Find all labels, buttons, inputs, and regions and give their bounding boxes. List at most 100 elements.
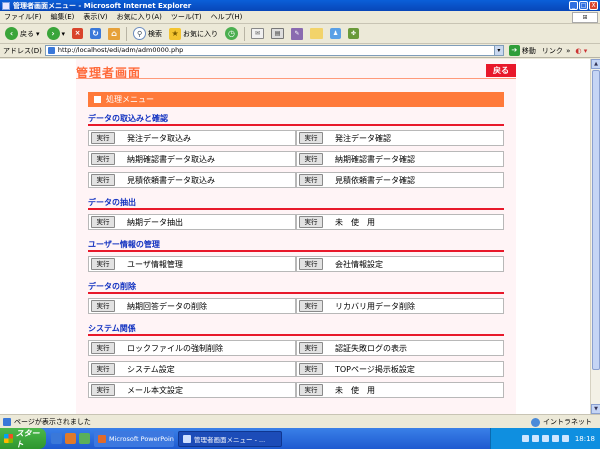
menu-item-label: リカバリ用データ削除 <box>335 301 415 311</box>
menu-item-label: 認証失敗ログの表示 <box>335 343 407 353</box>
maximize-button[interactable]: □ <box>579 1 588 10</box>
address-bar: アドレス(D) http://localhost/edi/adm/adm0000… <box>0 44 600 58</box>
menu-favorites[interactable]: お気に入り(A) <box>117 12 162 22</box>
execute-button[interactable]: 実行 <box>91 363 115 375</box>
stop-button[interactable]: × <box>70 26 85 42</box>
section-divider <box>88 250 504 252</box>
execute-button[interactable]: 実行 <box>91 132 115 144</box>
intranet-zone-icon <box>531 417 540 427</box>
menu-item-cell: 実行 見積依頼書データ確認 <box>296 172 504 188</box>
menu-item-cell: 実行 ユーザ情報管理 <box>88 256 296 272</box>
zone-label: イントラネット <box>543 418 592 426</box>
windows-logo-icon: ⊞ <box>572 12 598 23</box>
menu-item-cell: 実行 納期確認書データ取込み <box>88 151 296 167</box>
menu-item-label: 納期確認書データ取込み <box>127 154 215 164</box>
firefox-quicklaunch-icon[interactable] <box>65 433 76 444</box>
menu-item-cell: 実行 システム設定 <box>88 361 296 377</box>
desktop-quicklaunch-icon[interactable] <box>79 433 90 444</box>
menu-item-cell: 実行 メール本文設定 <box>88 382 296 398</box>
execute-button[interactable]: 実行 <box>299 363 323 375</box>
ie-quicklaunch-icon[interactable] <box>51 433 62 444</box>
go-button[interactable]: ➔ 移動 <box>508 45 536 56</box>
scroll-down-button[interactable]: ▼ <box>591 404 600 414</box>
favorites-button[interactable]: ★ お気に入り <box>167 26 220 42</box>
tray-icon[interactable] <box>551 435 559 442</box>
execute-button[interactable]: 実行 <box>299 384 323 396</box>
toolbar-extra-icon[interactable]: ◐ ▾ <box>575 47 587 55</box>
chevron-down-icon: ▾ <box>36 29 40 38</box>
menu-file[interactable]: ファイル(F) <box>4 12 42 22</box>
menu-item-label: 会社情報設定 <box>335 259 383 269</box>
vertical-scrollbar[interactable]: ▲ ▼ <box>590 59 600 414</box>
mail-icon: ✉ <box>251 28 265 39</box>
search-label: 検索 <box>148 29 163 38</box>
standard-toolbar: ‹ 戻る ▾ › ▾ × ↻ ⌂ ⚲ 検索 ★ お気に入り ◷ ✉ ▤ ✎ ♟ … <box>0 24 600 44</box>
task-powerpoint[interactable]: Microsoft PowerPoint - ... <box>94 430 174 447</box>
execute-button[interactable]: 実行 <box>91 258 115 270</box>
back-label: 戻る <box>20 29 34 38</box>
address-url: http://localhost/edi/adm/adm0000.php <box>57 46 184 54</box>
menu-item-label: 見積依頼書データ取込み <box>127 175 215 185</box>
execute-button[interactable]: 実行 <box>299 342 323 354</box>
execute-button[interactable]: 実行 <box>91 300 115 312</box>
search-button[interactable]: ⚲ 検索 <box>131 26 164 42</box>
menu-item-label: 見積依頼書データ確認 <box>335 175 415 185</box>
home-button[interactable]: ⌂ <box>106 26 122 42</box>
folder-button[interactable] <box>308 26 325 42</box>
edit-button[interactable]: ✎ <box>289 26 305 42</box>
section-divider <box>88 334 504 336</box>
history-button[interactable]: ◷ <box>223 26 240 42</box>
menu-item-label: メール本文設定 <box>127 385 183 395</box>
execute-button[interactable]: 実行 <box>91 153 115 165</box>
section-title: データの抽出 <box>88 198 136 207</box>
history-icon: ◷ <box>225 27 239 40</box>
section-divider <box>88 124 504 126</box>
execute-button[interactable]: 実行 <box>91 384 115 396</box>
execute-button[interactable]: 実行 <box>299 216 323 228</box>
task-label-powerpoint: Microsoft PowerPoint - ... <box>109 434 174 443</box>
page-back-button[interactable]: 戻る <box>486 64 516 77</box>
menu-item-cell: 実行 会社情報設定 <box>296 256 504 272</box>
volume-icon[interactable] <box>561 435 569 442</box>
scroll-up-button[interactable]: ▲ <box>591 59 600 69</box>
forward-button[interactable]: › ▾ <box>45 26 68 42</box>
section-title: ユーザー情報の管理 <box>88 240 160 249</box>
links-button[interactable]: リンク » <box>542 46 571 56</box>
menu-edit[interactable]: 編集(E) <box>51 12 75 22</box>
tray-icon[interactable] <box>521 435 529 442</box>
research-button[interactable]: ✤ <box>346 26 361 42</box>
start-button[interactable]: スタート <box>0 428 46 449</box>
execute-button[interactable]: 実行 <box>91 342 115 354</box>
tray-icon[interactable] <box>541 435 549 442</box>
menu-item-cell: 実行 納期データ抽出 <box>88 214 296 230</box>
admin-page: 管理者画面 戻る 処理メニュー データの取込みと確認 実行 発注データ取込み 実行 発注… <box>76 59 516 414</box>
start-label: スタート <box>15 428 40 449</box>
execute-button[interactable]: 実行 <box>299 132 323 144</box>
execute-button[interactable]: 実行 <box>91 174 115 186</box>
execute-button[interactable]: 実行 <box>299 300 323 312</box>
task-ie-admin-menu[interactable]: 管理者画面メニュー - ... <box>178 430 282 447</box>
print-button[interactable]: ▤ <box>269 26 286 42</box>
scroll-thumb[interactable] <box>592 70 600 370</box>
menu-help[interactable]: ヘルプ(H) <box>211 12 243 22</box>
menu-item-cell: 実行 発注データ取込み <box>88 130 296 146</box>
clock: 18:18 <box>574 434 595 443</box>
address-dropdown-button[interactable]: ▾ <box>493 45 504 56</box>
address-input[interactable]: http://localhost/edi/adm/adm0000.php <box>44 45 495 56</box>
menu-tools[interactable]: ツール(T) <box>171 12 202 22</box>
back-button[interactable]: ‹ 戻る ▾ <box>3 26 42 42</box>
menu-view[interactable]: 表示(V) <box>83 12 107 22</box>
execute-button[interactable]: 実行 <box>91 216 115 228</box>
messenger-button[interactable]: ♟ <box>328 26 343 42</box>
execute-button[interactable]: 実行 <box>299 153 323 165</box>
minimize-button[interactable]: _ <box>569 1 578 10</box>
execute-button[interactable]: 実行 <box>299 174 323 186</box>
mail-button[interactable]: ✉ <box>249 26 266 42</box>
quick-launch <box>51 433 90 444</box>
security-zone: イントラネット <box>531 417 592 427</box>
execute-button[interactable]: 実行 <box>299 258 323 270</box>
powerpoint-icon <box>98 434 106 443</box>
tray-icon[interactable] <box>531 435 539 442</box>
close-button[interactable]: X <box>589 1 598 10</box>
refresh-button[interactable]: ↻ <box>88 26 103 42</box>
